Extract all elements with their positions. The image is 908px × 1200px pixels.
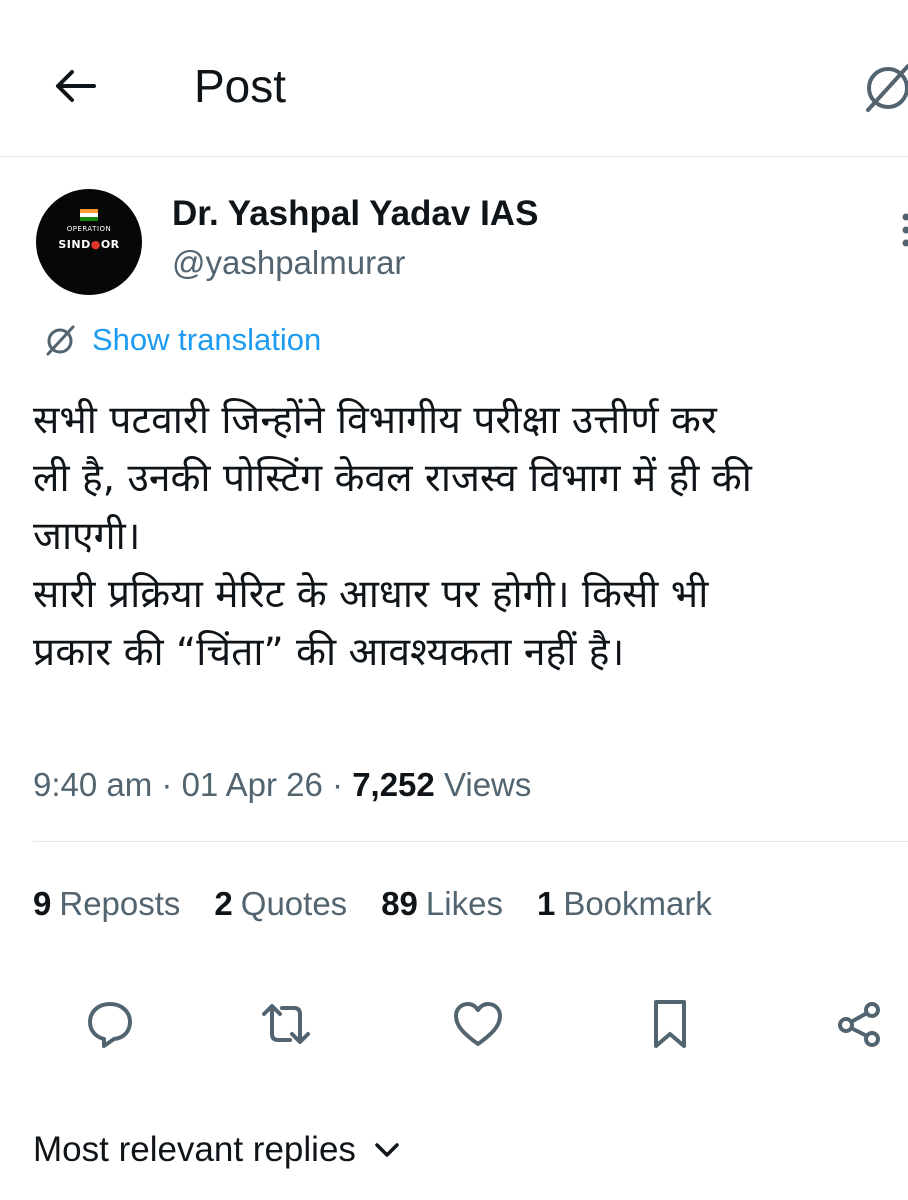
author-handle[interactable]: @yashpalmurar bbox=[172, 242, 405, 284]
flag-icon bbox=[80, 209, 98, 221]
share-icon bbox=[838, 1002, 880, 1047]
post-text: सभी पटवारी जिन्होंने विभागीय परीक्षा उत्… bbox=[33, 392, 893, 682]
quotes-label: Quotes bbox=[240, 885, 348, 922]
chevron-down-icon bbox=[374, 1141, 400, 1159]
more-options-button[interactable] bbox=[896, 212, 908, 248]
translate-button[interactable] bbox=[862, 60, 908, 116]
post-text-line: सारी प्रक्रिया मेरिट के आधार पर होगी। कि… bbox=[33, 572, 709, 617]
arrow-left-icon bbox=[56, 70, 96, 102]
post-text-line: प्रकार की “चिंता” की आवश्यकता नहीं है। bbox=[33, 630, 625, 675]
bookmarks-stat[interactable]: 1 Bookmark bbox=[537, 885, 712, 923]
post-time[interactable]: 9:40 am bbox=[33, 766, 152, 803]
bookmarks-count: 1 bbox=[536, 885, 556, 922]
engagement-stats: 9 Reposts 2 Quotes 89 Likes 1 Bookmark bbox=[33, 880, 746, 928]
show-translation-label: Show translation bbox=[92, 322, 322, 357]
like-icon bbox=[454, 1002, 502, 1046]
reposts-label: Reposts bbox=[59, 885, 181, 922]
views-label: Views bbox=[443, 766, 532, 803]
reply-button[interactable] bbox=[80, 994, 140, 1054]
author-display-name[interactable]: Dr. Yashpal Yadav IAS bbox=[172, 192, 538, 236]
views-count: 7,252 bbox=[352, 766, 435, 803]
avatar-title-left: SIND bbox=[58, 238, 91, 251]
likes-count: 89 bbox=[381, 885, 418, 922]
post-date[interactable]: 01 Apr 26 bbox=[182, 766, 323, 803]
show-translation-link[interactable]: Show translation bbox=[44, 320, 321, 360]
quotes-count: 2 bbox=[214, 885, 233, 922]
quotes-stat[interactable]: 2 Quotes bbox=[214, 885, 347, 923]
meta-separator: · bbox=[152, 766, 182, 803]
post-text-line: ली है, उनकी पोस्टिंग केवल राजस्व विभाग म… bbox=[33, 456, 752, 501]
like-button[interactable] bbox=[448, 994, 508, 1054]
post-meta: 9:40 am · 01 Apr 26 · 7,252 Views bbox=[33, 762, 531, 808]
bookmark-icon bbox=[654, 1000, 686, 1048]
page-title: Post bbox=[194, 60, 287, 112]
repost-button[interactable] bbox=[256, 994, 316, 1054]
avatar-title-right: OR bbox=[100, 238, 120, 251]
reposts-stat[interactable]: 9 Reposts bbox=[33, 885, 180, 923]
repost-icon bbox=[262, 1004, 310, 1044]
avatar-title-dot: ● bbox=[90, 238, 101, 251]
divider bbox=[33, 841, 908, 842]
avatar[interactable]: OPERATION SIND●OR bbox=[36, 189, 142, 295]
share-button[interactable] bbox=[830, 994, 890, 1054]
avatar-title: SIND●OR bbox=[36, 238, 142, 251]
post-text-line: सभी पटवारी जिन्होंने विभागीय परीक्षा उत्… bbox=[33, 398, 717, 443]
bookmarks-label: Bookmark bbox=[563, 885, 712, 922]
avatar-caption: OPERATION bbox=[66, 225, 112, 233]
translate-globe-icon bbox=[866, 64, 908, 112]
translate-icon bbox=[46, 325, 75, 356]
bookmark-button[interactable] bbox=[640, 994, 700, 1054]
more-vertical-icon bbox=[902, 213, 908, 247]
likes-stat[interactable]: 89 Likes bbox=[381, 885, 503, 923]
post-text-line: जाएगी। bbox=[33, 514, 141, 559]
replies-sort-label: Most relevant replies bbox=[33, 1130, 356, 1169]
likes-label: Likes bbox=[425, 885, 503, 922]
reposts-count: 9 bbox=[33, 885, 52, 922]
back-button[interactable] bbox=[44, 58, 104, 114]
meta-separator: · bbox=[322, 766, 353, 803]
replies-sort-dropdown[interactable]: Most relevant replies bbox=[33, 1126, 400, 1174]
top-bar: Post bbox=[0, 0, 908, 157]
reply-icon bbox=[88, 1002, 132, 1048]
